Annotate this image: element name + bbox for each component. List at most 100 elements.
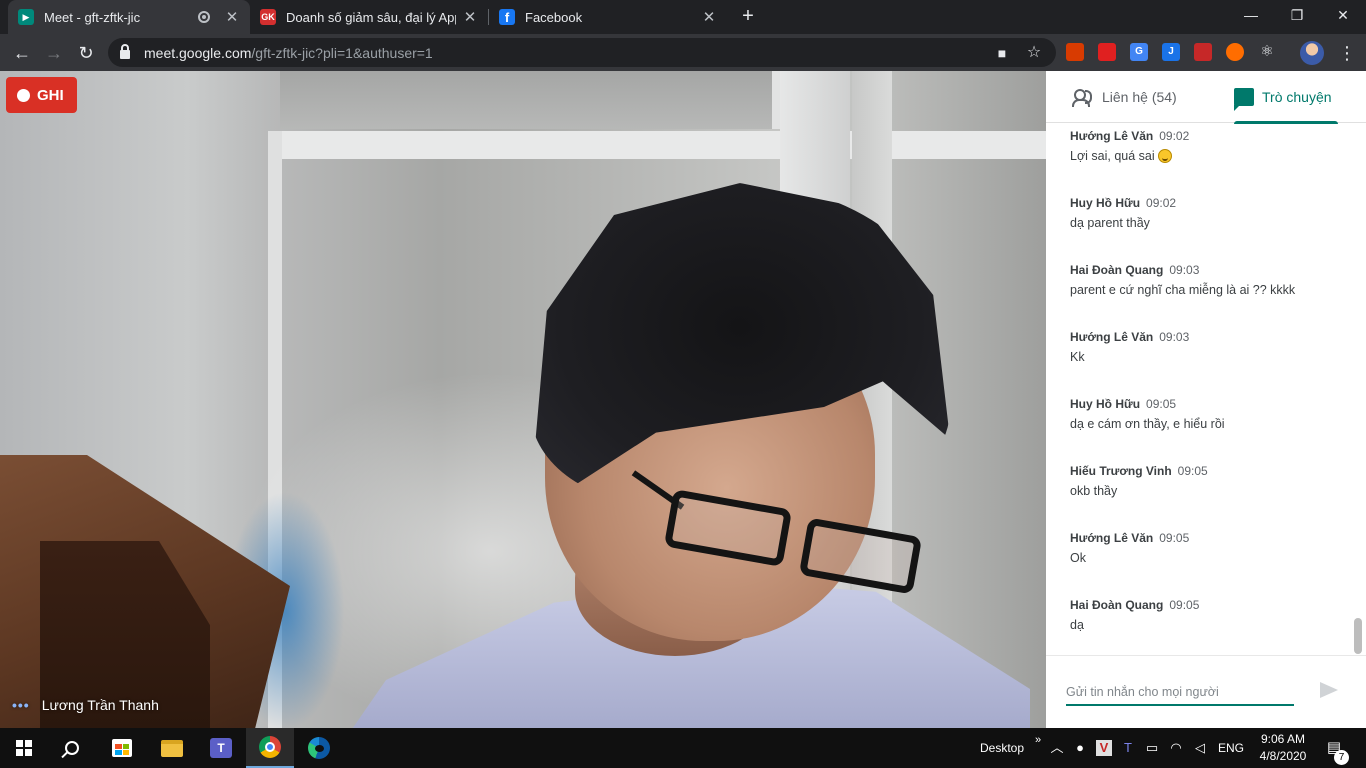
forward-button[interactable]: → <box>41 40 67 66</box>
send-icon[interactable] <box>1320 682 1340 700</box>
desktop-toolbar-label[interactable]: Desktop <box>980 728 1024 768</box>
microphone-icon[interactable]: ● <box>1072 740 1088 756</box>
browser-toolbar: ← → ↻ meet.google.com/gft-zftk-jic?pli=1… <box>0 34 1366 71</box>
tab-close-icon[interactable]: ✕ <box>224 8 240 26</box>
tab-title: Facebook <box>525 9 583 25</box>
action-center-button[interactable]: ▤ 7 <box>1322 738 1349 765</box>
chat-icon <box>1234 88 1254 111</box>
message-sender: Hai Đoàn Quang <box>1070 263 1164 277</box>
chevron-up-icon[interactable]: ︿ <box>1049 740 1065 756</box>
j-extension-icon[interactable]: J <box>1162 43 1180 61</box>
adblock-extension-icon[interactable] <box>1098 43 1116 61</box>
url-text[interactable]: meet.google.com/gft-zftk-jic?pli=1&authu… <box>144 45 433 61</box>
volume-icon[interactable]: ◁ <box>1192 740 1208 756</box>
chat-message: Hướng Lê Văn 09:02 Lợi sai, quá sai <box>1070 129 1350 163</box>
wifi-icon[interactable]: ◠ <box>1168 740 1184 756</box>
minimize-button[interactable]: — <box>1228 0 1274 32</box>
google-translate-extension-icon[interactable]: G <box>1130 43 1148 61</box>
message-text: dạ e cám ơn thầy, e hiểu rồi <box>1070 417 1225 431</box>
chat-message-list[interactable]: Hướng Lê Văn 09:02 Lợi sai, quá sai Huy H… <box>1046 123 1366 655</box>
message-time: 09:02 <box>1159 129 1190 143</box>
tab-close-icon[interactable]: ✕ <box>701 8 717 26</box>
facebook-icon: f <box>499 9 515 25</box>
windows-logo-icon <box>16 740 32 756</box>
chat-scrollbar[interactable] <box>1354 618 1362 654</box>
teams-icon: T <box>210 738 232 758</box>
battery-icon[interactable]: ▭ <box>1144 740 1160 756</box>
address-bar[interactable]: meet.google.com/gft-zftk-jic?pli=1&authu… <box>108 38 1056 67</box>
message-text: okb thầy <box>1070 484 1118 498</box>
chat-message: Hướng Lê Văn 09:05 Ok <box>1070 531 1350 565</box>
recording-indicator-icon <box>198 11 210 23</box>
close-window-button[interactable]: ✕ <box>1320 0 1366 32</box>
chat-composer <box>1046 655 1366 728</box>
chat-message: Huy Hồ Hữu 09:05 dạ e cám ơn thầy, e hiểu… <box>1070 397 1350 431</box>
message-sender: Hướng Lê Văn <box>1070 330 1154 344</box>
taskbar-teams[interactable]: T <box>197 728 245 768</box>
lock-icon <box>120 44 130 59</box>
clock-time: 9:06 AM <box>1260 732 1306 746</box>
chat-message: Hướng Lê Văn 09:03 Kk <box>1070 330 1350 364</box>
tab-facebook[interactable]: f Facebook ✕ <box>489 0 727 34</box>
recording-badge: GHI <box>6 77 77 113</box>
message-time: 09:03 <box>1159 330 1190 344</box>
tab-title: Doanh số giảm sâu, đại lý Apple <box>286 9 456 25</box>
recording-label: GHI <box>37 86 64 104</box>
search-button[interactable] <box>48 728 96 768</box>
tab-chat[interactable]: Trò chuyện <box>1234 71 1338 124</box>
chat-message: Hiếu Trương Vinh 09:05 okb thầy <box>1070 464 1350 498</box>
smiley-emoji-icon <box>1157 149 1172 163</box>
video-background <box>268 131 1046 159</box>
message-text: dạ parent thầy <box>1070 216 1150 230</box>
folder-icon <box>161 739 183 757</box>
red-book-extension-icon[interactable] <box>1194 43 1212 61</box>
new-tab-button[interactable]: + <box>737 5 759 27</box>
bookmark-star-icon[interactable]: ☆ <box>1024 43 1044 63</box>
video-background <box>280 71 780 129</box>
taskbar-chrome[interactable] <box>246 728 294 768</box>
taskbar-edge[interactable] <box>295 728 343 768</box>
people-icon <box>1072 89 1094 107</box>
clock-date: 4/8/2020 <box>1259 749 1307 763</box>
chrome-icon <box>259 736 281 758</box>
taskbar-file-explorer[interactable] <box>148 728 196 768</box>
participant-nametag: ••• Lương Trần Thanh <box>12 697 159 713</box>
profile-avatar[interactable] <box>1300 41 1324 65</box>
chat-message: Hai Đoàn Quang 09:03 parent e cứ nghĩ cha… <box>1070 263 1350 297</box>
teams-tray-icon[interactable]: T <box>1120 740 1136 756</box>
message-text: Ok <box>1070 551 1086 565</box>
vietkey-icon[interactable]: V <box>1096 740 1112 756</box>
message-text: dạ <box>1070 618 1084 632</box>
tab-genk[interactable]: GK Doanh số giảm sâu, đại lý Apple ✕ <box>250 0 488 34</box>
toolbar-expand-icon[interactable]: » <box>1030 732 1046 748</box>
browser-tab-strip: ▶ Meet - gft-zftk-jic ✕ GK Doanh số giảm… <box>0 0 1366 34</box>
message-text: parent e cứ nghĩ cha miễng là ai ?? kkkk <box>1070 283 1296 297</box>
fire-extension-icon[interactable] <box>1226 43 1244 61</box>
record-dot-icon <box>17 88 30 102</box>
speaking-indicator-icon: ••• <box>12 697 30 713</box>
taskbar-store[interactable] <box>98 728 146 768</box>
participant-video: ••• Lương Trần Thanh <box>0 71 1046 728</box>
chat-message: Hai Đoàn Quang 09:05 dạ <box>1070 598 1350 632</box>
message-text: Lợi sai, quá sai <box>1070 149 1155 163</box>
tab-meet[interactable]: ▶ Meet - gft-zftk-jic ✕ <box>8 0 250 34</box>
message-time: 09:05 <box>1177 464 1208 478</box>
tab-close-icon[interactable]: ✕ <box>462 8 478 26</box>
camera-icon[interactable]: ■ <box>992 43 1012 63</box>
google-meet-icon: ▶ <box>18 9 34 25</box>
chat-message-input[interactable] <box>1066 680 1294 706</box>
message-time: 09:05 <box>1159 531 1190 545</box>
reload-button[interactable]: ↻ <box>73 40 99 66</box>
edge-icon <box>308 737 330 759</box>
back-button[interactable]: ← <box>9 40 35 66</box>
office-extension-icon[interactable] <box>1066 43 1084 61</box>
tab-people[interactable]: Liên hệ (54) <box>1072 71 1202 123</box>
react-devtools-extension-icon[interactable]: ⚛ <box>1258 43 1276 61</box>
system-clock[interactable]: 9:06 AM 4/8/2020 <box>1256 731 1310 765</box>
language-indicator[interactable]: ENG <box>1218 728 1244 768</box>
message-sender: Huy Hồ Hữu <box>1070 196 1141 210</box>
maximize-button[interactable]: ❐ <box>1274 0 1320 32</box>
message-time: 09:05 <box>1146 397 1177 411</box>
start-button[interactable] <box>0 728 48 768</box>
menu-kebab-icon[interactable]: ⋮ <box>1337 40 1357 66</box>
